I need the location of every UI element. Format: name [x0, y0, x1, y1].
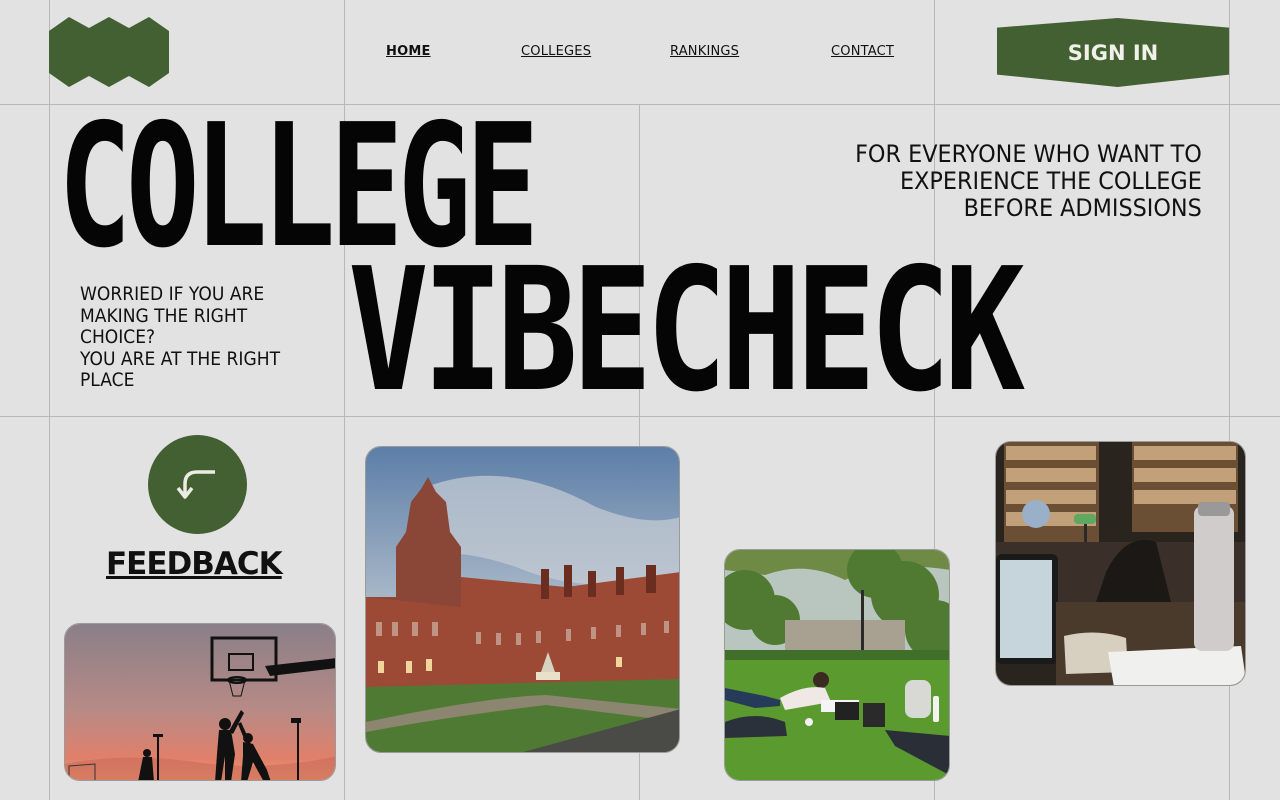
college-building-photo [365, 446, 680, 753]
grid-line [49, 0, 50, 800]
hexagon-logo-icon[interactable] [49, 17, 169, 91]
intro-line: CHOICE? [80, 326, 156, 348]
feedback-button[interactable] [148, 435, 247, 534]
nav-contact-link[interactable]: CONTACT [831, 44, 894, 59]
basketball-sunset-photo [64, 623, 336, 781]
intro-text: WORRIED IF YOU ARE MAKING THE RIGHT CHOI… [80, 283, 305, 392]
library-photo [995, 441, 1246, 686]
intro-line: YOU ARE AT THE RIGHT [80, 347, 281, 370]
tagline-line: BEFORE ADMISSIONS [963, 194, 1202, 222]
nav-home-link[interactable]: HOME [386, 44, 431, 59]
tagline-line: EXPERIENCE THE COLLEGE [900, 167, 1202, 195]
nav-rankings-link[interactable]: RANKINGS [670, 44, 739, 59]
nav-colleges-link[interactable]: COLLEGES [521, 44, 591, 59]
hero-title-line2: VIBECHECK [348, 232, 1025, 430]
hero-tagline: FOR EVERYONE WHO WANT TO EXPERIENCE THE … [855, 141, 1202, 222]
tagline-line: FOR EVERYONE WHO WANT TO [855, 140, 1202, 168]
feedback-link[interactable]: FEEDBACK [106, 546, 283, 582]
intro-line: PLACE [80, 369, 135, 391]
intro-line: WORRIED IF YOU ARE [80, 283, 265, 305]
intro-line: MAKING THE RIGHT [80, 304, 248, 327]
curved-arrow-icon [173, 458, 223, 511]
sign-in-button[interactable]: SIGN IN [997, 18, 1229, 87]
lawn-study-photo [724, 549, 950, 781]
